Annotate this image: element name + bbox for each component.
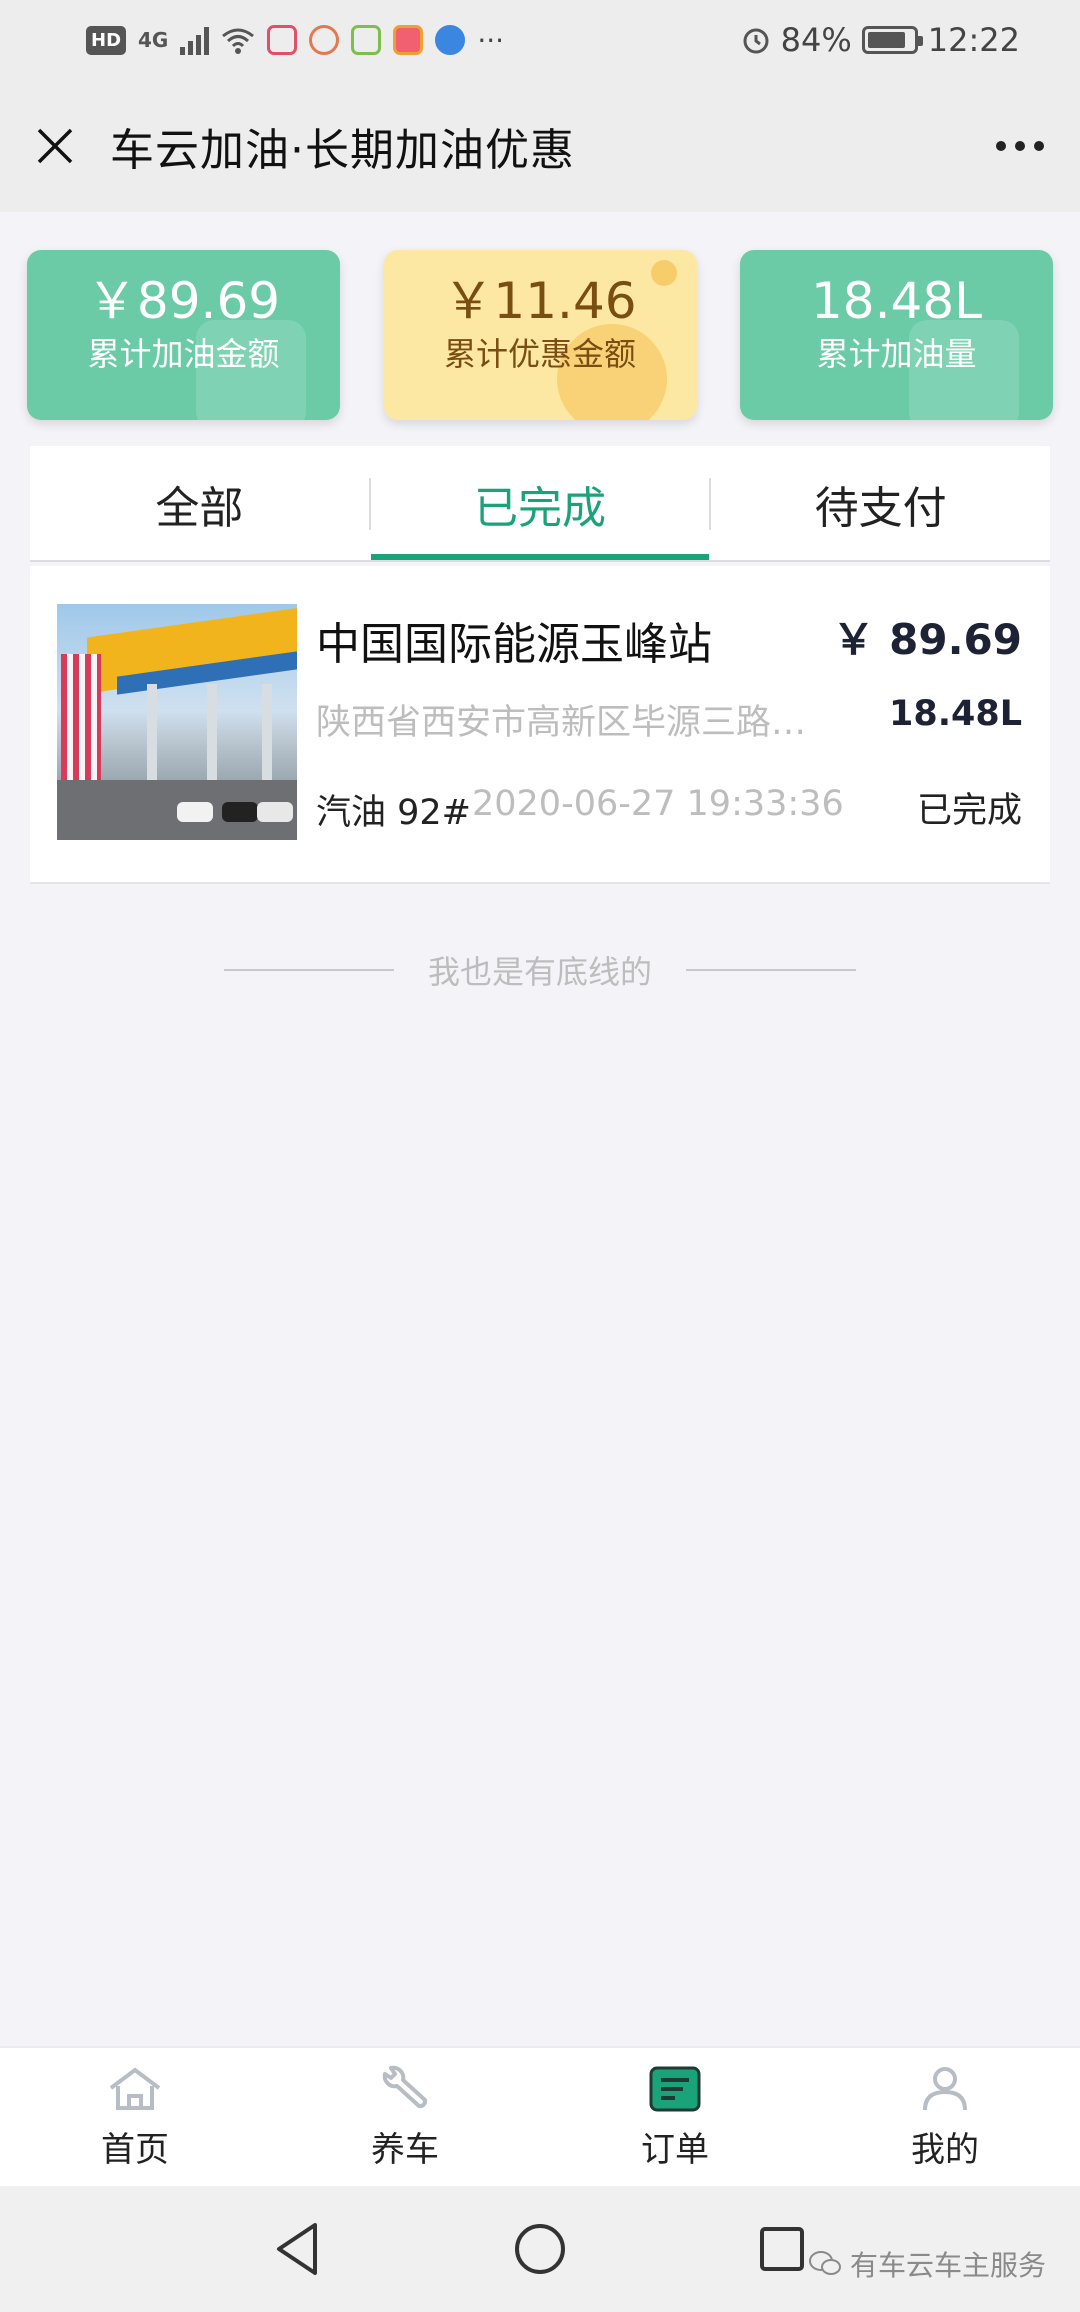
total-amount-value: ￥89.69 [86, 272, 281, 330]
user-icon [923, 2066, 967, 2110]
home-icon [109, 2067, 161, 2110]
order-icon [649, 2066, 701, 2111]
network-type: 4G [138, 28, 169, 52]
more-dot [996, 141, 1006, 151]
total-volume-card: 18.48L 累计加油量 [740, 250, 1053, 420]
close-button[interactable] [0, 80, 110, 212]
close-icon [37, 128, 73, 164]
nav-home[interactable]: 首页 [0, 2048, 270, 2186]
watermark: 有车云车主服务 [808, 2244, 1046, 2284]
clock: 12:22 [927, 21, 1020, 59]
divider-line [223, 969, 394, 971]
zhihu-icon [435, 25, 466, 55]
summary-cards: ￥89.69 累计加油金额 ￥11.46 累计优惠金额 18.48L 累计加油量 [27, 250, 1053, 420]
page-title: 车云加油·长期加油优惠 [110, 125, 575, 176]
order-card[interactable]: 中国国际能源玉峰站 ￥ 89.69 陕西省西安市高新区毕源三路西... 18.4… [30, 566, 1050, 884]
alarm-icon [743, 28, 769, 54]
total-volume-label: 累计加油量 [816, 335, 977, 373]
order-filter-tabs: 全部 已完成 待支付 [30, 446, 1050, 562]
total-amount-label: 累计加油金额 [87, 335, 280, 373]
tab-all[interactable]: 全部 [30, 446, 369, 562]
more-notifications: ··· [477, 23, 505, 57]
total-volume-value: 18.48L [811, 272, 982, 330]
total-amount-card: ￥89.69 累计加油金额 [27, 250, 340, 420]
tab-completed[interactable]: 已完成 [370, 446, 710, 562]
order-volume: 18.48L [888, 694, 1022, 734]
order-status: 已完成 [916, 791, 1022, 831]
app-notification-icon [309, 25, 340, 55]
battery-icon [861, 26, 923, 54]
tabs-divider-line [30, 560, 1050, 562]
app-notification-icon [351, 25, 382, 55]
hd-indicator: HD [86, 25, 127, 55]
fuel-type: 汽油 92# [316, 793, 471, 833]
nav-car-care[interactable]: 养车 [270, 2048, 540, 2186]
nav-car-care-label: 养车 [371, 2129, 439, 2170]
more-dot [1015, 141, 1025, 151]
title-bar: 车云加油·长期加油优惠 [0, 80, 1080, 212]
app-notification-icon [393, 25, 424, 55]
tab-pending-payment[interactable]: 待支付 [711, 446, 1050, 562]
nav-mine[interactable]: 我的 [810, 2048, 1080, 2186]
nav-orders[interactable]: 订单 [540, 2048, 810, 2186]
status-bar: HD 4G ··· 84% 12:22 [0, 0, 1080, 80]
signal-icon [180, 25, 210, 55]
wifi-icon [222, 28, 255, 54]
station-name: 中国国际能源玉峰站 [316, 619, 712, 670]
wrench-icon [382, 2065, 428, 2108]
divider-line [686, 969, 856, 971]
watermark-text: 有车云车主服务 [849, 2249, 1046, 2282]
end-of-list: 我也是有底线的 [0, 940, 1080, 1000]
more-options-button[interactable] [960, 80, 1080, 212]
order-datetime: 2020-06-27 19:33:36 [472, 784, 844, 824]
total-discount-label: 累计优惠金额 [443, 335, 636, 373]
home-circle-icon[interactable] [513, 2222, 567, 2276]
nav-mine-label: 我的 [911, 2129, 979, 2170]
end-of-list-text: 我也是有底线的 [427, 953, 652, 991]
app-notification-icon [267, 25, 298, 55]
battery-percent: 84% [780, 21, 852, 59]
total-discount-card: ￥11.46 累计优惠金额 [383, 250, 697, 420]
station-address: 陕西省西安市高新区毕源三路西... [316, 703, 836, 743]
order-amount: ￥ 89.69 [832, 615, 1022, 664]
wechat-icon [808, 2251, 841, 2275]
more-dot [1034, 141, 1044, 151]
nav-home-label: 首页 [101, 2129, 169, 2170]
recent-apps-icon[interactable] [757, 2224, 807, 2274]
back-icon[interactable] [273, 2221, 323, 2277]
bottom-nav: 首页 养车 订单 我的 [0, 2046, 1080, 2186]
total-discount-value: ￥11.46 [443, 272, 637, 330]
station-photo [57, 604, 297, 840]
nav-orders-label: 订单 [641, 2129, 709, 2170]
